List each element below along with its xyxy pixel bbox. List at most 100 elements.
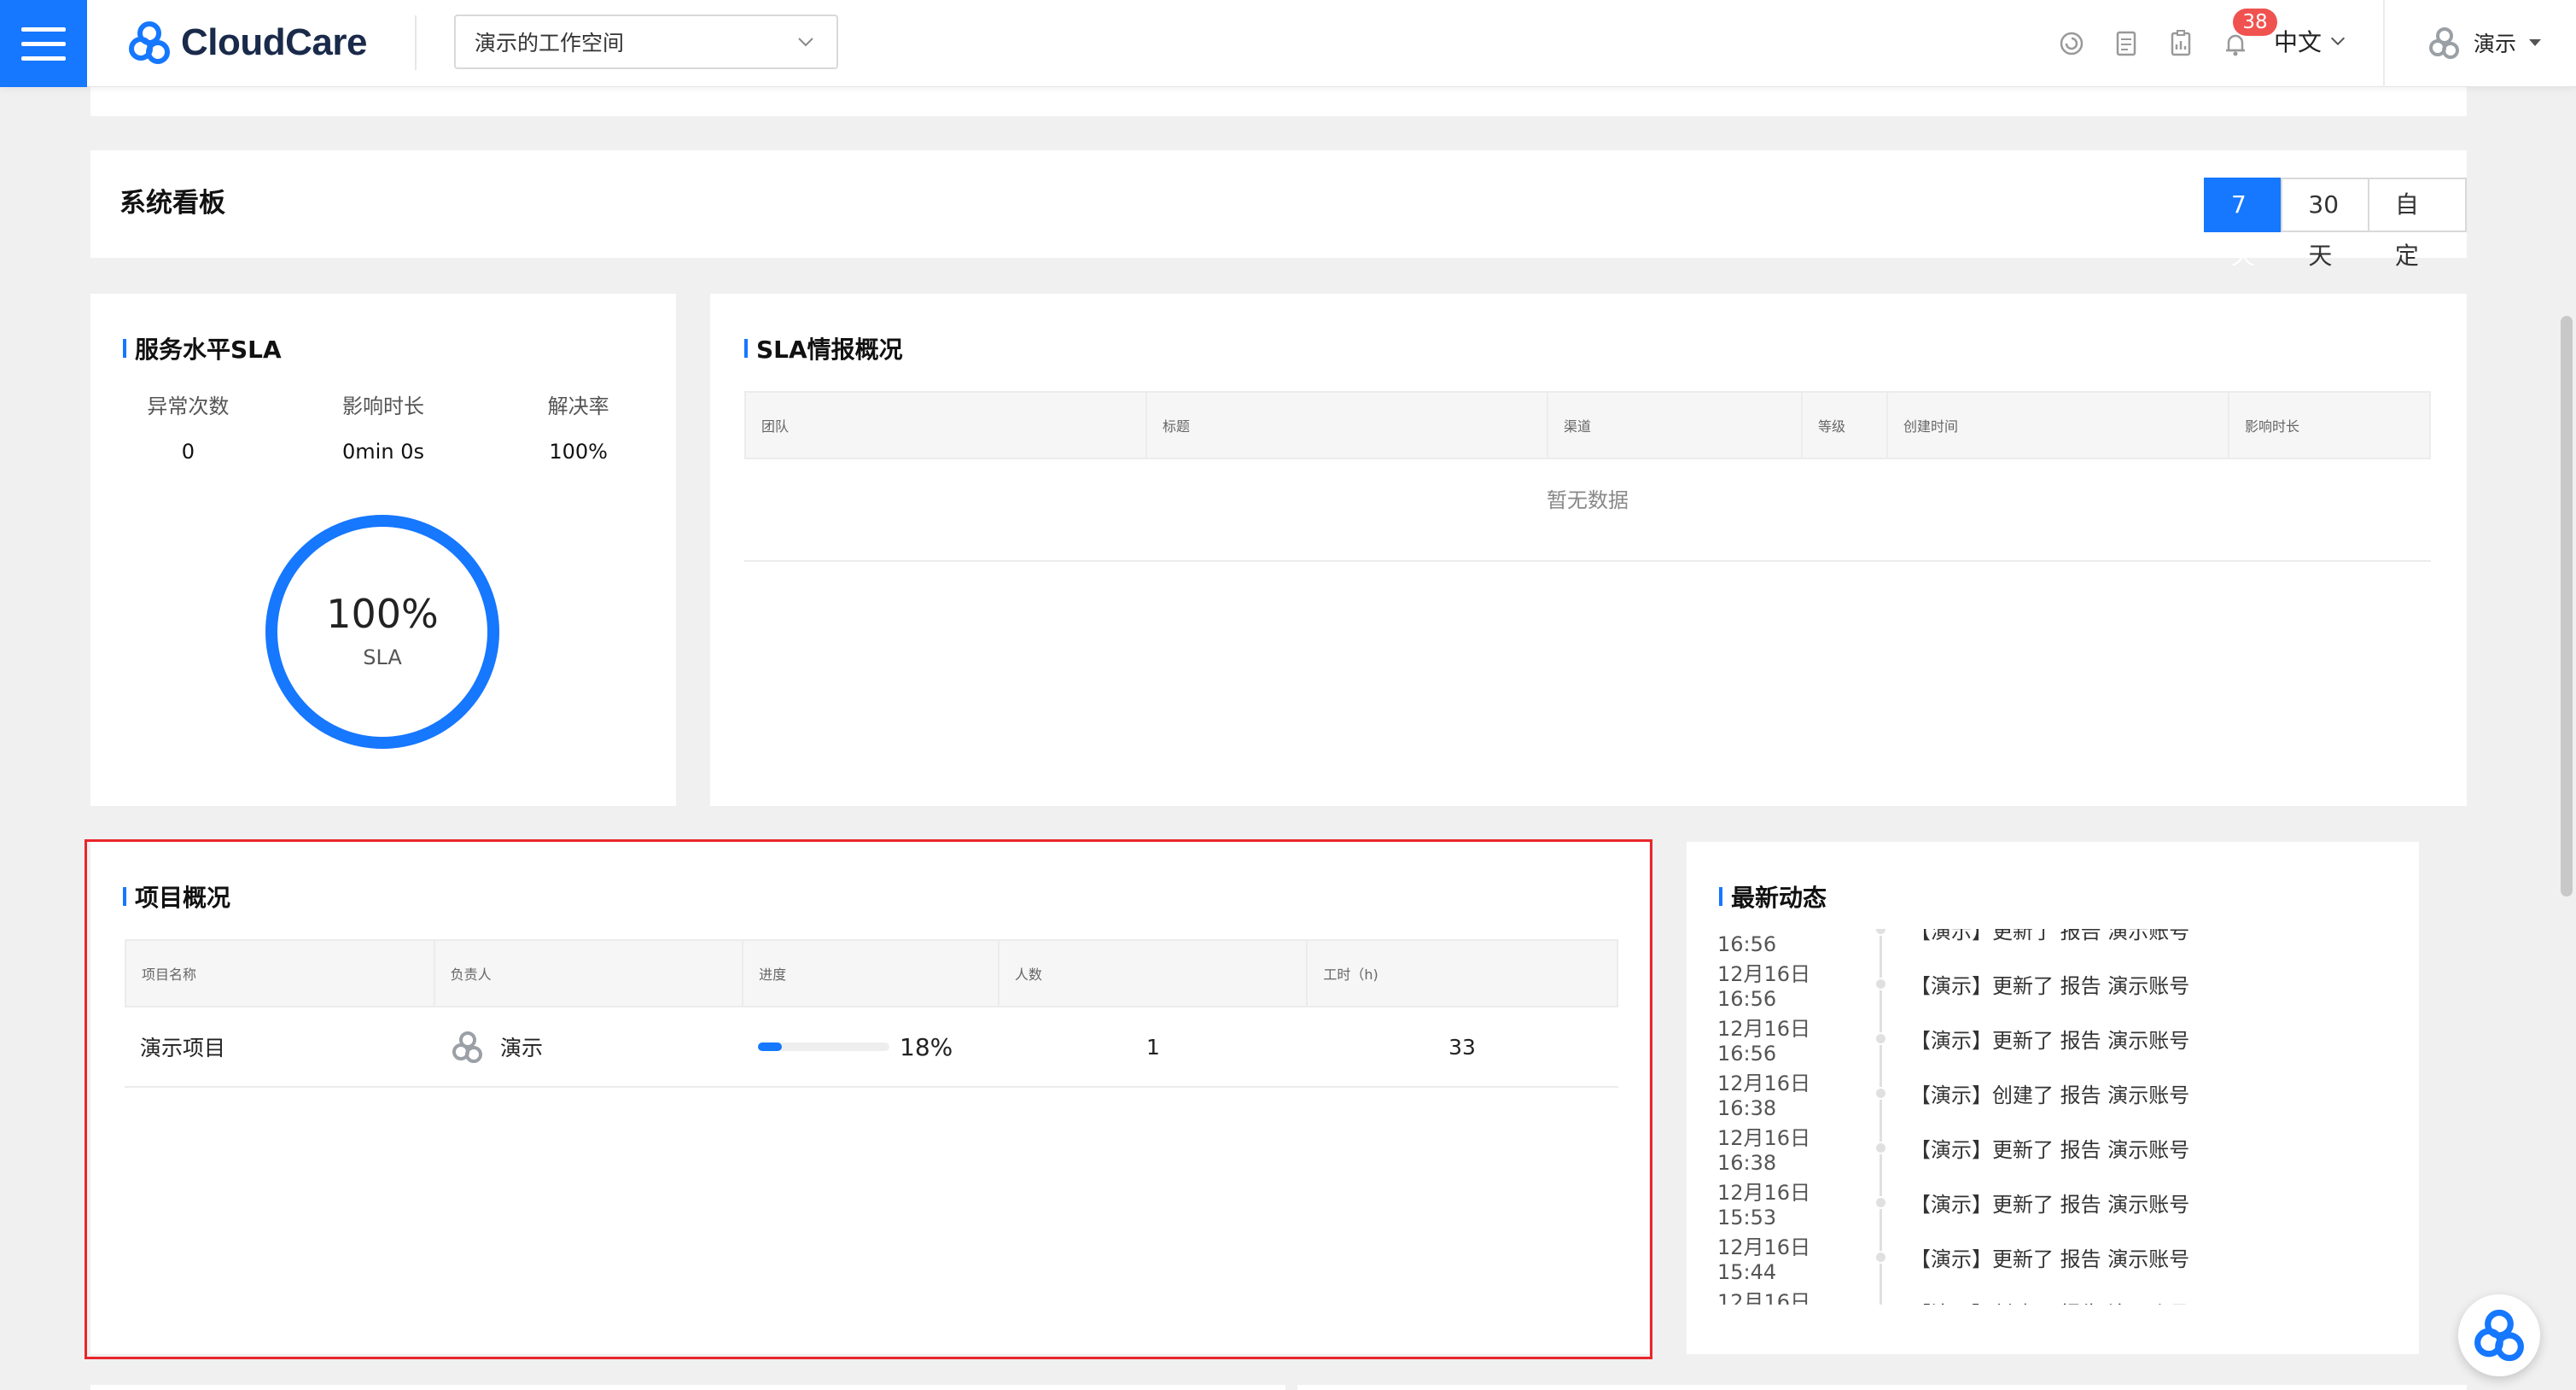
table-header: 项目名称 负责人 进度 人数 工时（h) [125, 939, 1618, 1007]
next-card-top [1297, 1385, 2467, 1390]
table-divider [744, 560, 2431, 562]
stat-value: 100% [549, 440, 608, 464]
workspace-name: 演示的工作空间 [475, 31, 625, 55]
document-icon[interactable] [2110, 27, 2142, 60]
timeline-dot [1874, 1250, 1887, 1264]
top-bar: CloudCare 演示的工作空间 38 中文 演示 [0, 0, 2576, 87]
progress-bar [758, 1042, 889, 1051]
avatar [452, 1031, 482, 1063]
user-menu[interactable]: 演示 [2426, 24, 2544, 61]
range-custom-button[interactable]: 自定义 [2367, 178, 2467, 321]
refresh-icon[interactable] [2055, 27, 2088, 60]
language-select[interactable]: 中文 [2274, 24, 2347, 58]
activity-time: 12月16日 16:38 [1717, 1125, 1811, 1175]
activity-time: 12月16日 15:44 [1717, 1289, 1811, 1305]
column-header[interactable]: 工时（h) [1308, 941, 1617, 1006]
column-header[interactable]: 进度 [743, 941, 1000, 1006]
column-header[interactable]: 人数 [1000, 941, 1308, 1006]
activity-time: 12月16日 16:56 [1717, 1016, 1811, 1066]
avatar [2429, 27, 2459, 59]
project-progress: 18% [743, 1007, 999, 1086]
title-accent [744, 339, 748, 358]
range-30d-button[interactable]: 30天 [2281, 178, 2369, 270]
project-hours: 33 [1448, 1034, 1476, 1060]
progress-fill [758, 1042, 782, 1051]
page-title: 系统看板 [119, 188, 225, 219]
activity-card: 最新动态 12月16日 16:56【演示】更新了 报告 演示账号12月16日 1… [1687, 842, 2419, 1354]
activity-text: 【演示】更新了 报告 演示账号 [1910, 1137, 2190, 1162]
stat-value: 0 [181, 440, 195, 464]
column-header[interactable]: 团队 [746, 393, 1147, 458]
project-title-text: 项目概况 [135, 884, 231, 912]
previous-card-bottom [90, 87, 2467, 116]
header-divider [2383, 0, 2385, 87]
sla-ring-chart: 100% SLA [263, 512, 502, 751]
dashboard-header: 系统看板 7天 30天 自定义 [90, 150, 2467, 321]
floating-help-button[interactable] [2458, 1294, 2540, 1376]
menu-icon-line [21, 26, 66, 32]
report-icon[interactable] [2165, 27, 2197, 60]
activity-text: 【演示】更新了 报告 演示账号 [1910, 1192, 2190, 1217]
stat-label: 解决率 [547, 394, 609, 418]
chevron-down-icon [2330, 37, 2346, 46]
header-divider [415, 15, 417, 70]
activity-time: 12月16日 16:38 [1717, 1071, 1811, 1120]
range-7d-button[interactable]: 7天 [2204, 178, 2283, 270]
column-header[interactable]: 影响时长 [2229, 393, 2429, 458]
empty-state: 暂无数据 [1547, 488, 1629, 512]
menu-icon-line [21, 41, 66, 46]
sla-info-title: SLA情报概况 [744, 331, 903, 365]
project-owner: 演示 [434, 1007, 743, 1086]
caret-down-icon [2529, 39, 2542, 46]
sla-info-title-text: SLA情报概况 [756, 336, 903, 364]
column-header[interactable]: 负责人 [435, 941, 744, 1006]
workspace-select[interactable]: 演示的工作空间 [454, 15, 838, 69]
column-header[interactable]: 项目名称 [126, 941, 435, 1006]
list-item[interactable]: 12月16日 16:56 【演示】更新了 报告 演示账号 [1717, 962, 2400, 1011]
page-scrollbar[interactable] [2561, 316, 2573, 896]
cloudcare-logo-icon [2474, 1309, 2524, 1362]
column-header[interactable]: 等级 [1803, 393, 1888, 458]
activity-time: 12月16日 16:56 [1717, 961, 1811, 1011]
owner-name: 演示 [500, 1036, 544, 1060]
ring-value: 100% [326, 591, 439, 637]
timeline-dot [1874, 1141, 1887, 1154]
menu-icon-line [21, 55, 66, 61]
list-item[interactable]: 12月16日 16:56 【演示】更新了 报告 演示账号 [1717, 1017, 2400, 1066]
list-item[interactable]: 12月16日 15:53 【演示】更新了 报告 演示账号 [1717, 1181, 2400, 1229]
project-title: 项目概况 [123, 879, 230, 914]
activity-timeline[interactable]: 12月16日 16:56 【演示】更新了 报告 演示账号 12月16日 16:56 【… [1717, 929, 2400, 1305]
list-item[interactable]: 12月16日 15:44 【演示】创建了 报告 演示账号 [1717, 1290, 2400, 1305]
column-header[interactable]: 标题 [1147, 393, 1548, 458]
list-item[interactable]: 12月16日 16:38 【演示】更新了 报告 演示账号 [1717, 1126, 2400, 1175]
list-item[interactable]: 12月16日 16:56 【演示】更新了 报告 演示账号 [1717, 929, 2400, 956]
notification-badge: 38 [2233, 9, 2277, 36]
activity-time: 12月16日 15:44 [1717, 1235, 1811, 1284]
chevron-down-icon [798, 38, 813, 47]
activity-time: 12月16日 16:56 [1717, 929, 1810, 956]
activity-text: 【演示】更新了 报告 演示账号 [1910, 929, 2190, 943]
app-logo[interactable]: CloudCare [125, 15, 367, 70]
stat-label: 异常次数 [147, 394, 230, 418]
time-range-group: 7天 30天 自定义 [2204, 178, 2467, 321]
column-header[interactable]: 渠道 [1548, 393, 1803, 458]
title-accent [1719, 887, 1722, 906]
project-name[interactable]: 演示项目 [125, 1007, 434, 1086]
sla-card: 服务水平SLA 异常次数 0 影响时长 0min 0s 解决率 100% 100… [90, 294, 676, 806]
sla-info-card: SLA情报概况 团队 标题 渠道 等级 创建时间 影响时长 暂无数据 [710, 294, 2467, 806]
menu-button[interactable] [0, 0, 87, 87]
list-item[interactable]: 12月16日 15:44 【演示】更新了 报告 演示账号 [1717, 1235, 2400, 1284]
list-item[interactable]: 12月16日 16:38 【演示】创建了 报告 演示账号 [1717, 1072, 2400, 1120]
timeline-dot [1874, 1195, 1887, 1209]
sla-title: 服务水平SLA [123, 331, 282, 365]
activity-text: 【演示】更新了 报告 演示账号 [1910, 1028, 2190, 1053]
table-row[interactable]: 演示项目 演示 18% 1 33 [125, 1007, 1618, 1088]
activity-text: 【演示】更新了 报告 演示账号 [1910, 1247, 2190, 1271]
activity-title: 最新动态 [1719, 879, 1827, 914]
column-header[interactable]: 创建时间 [1888, 393, 2229, 458]
sla-title-text: 服务水平SLA [135, 336, 282, 364]
title-accent [123, 887, 126, 906]
sla-stats: 异常次数 0 影响时长 0min 0s 解决率 100% [90, 389, 676, 464]
timeline-dot [1874, 929, 1887, 936]
language-label: 中文 [2274, 28, 2322, 56]
